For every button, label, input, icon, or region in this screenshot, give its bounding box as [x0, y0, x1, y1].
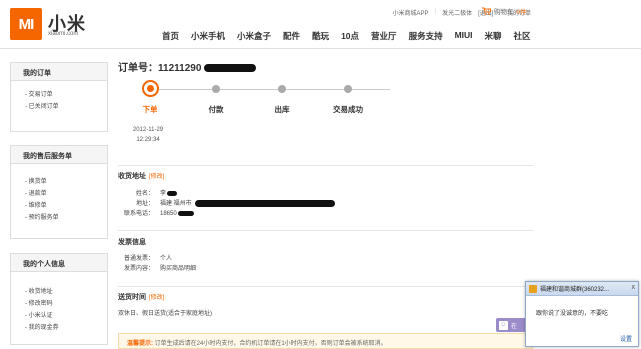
redaction [204, 64, 257, 73]
edit-delivery-link[interactable]: [修改] [149, 295, 164, 301]
invoice-content-row: 发票内容： 购买商品明细 [123, 266, 197, 272]
step-label: 交易成功 [333, 105, 363, 114]
sidebar-orders: 我的订单 - 交易订单 - 已关闭订单 [10, 62, 108, 132]
reminder-tag: 温馨提示: [127, 341, 153, 347]
nav-mi-box[interactable]: 小米盒子 [231, 30, 277, 42]
redaction [167, 190, 178, 196]
popup-header: 福建和谐商城群(360232... [526, 282, 638, 296]
shipping-name-row: 姓名：李 [120, 189, 335, 199]
sidebar-item-trade-orders[interactable]: - 交易订单 [25, 89, 107, 101]
step-placed: 下单 [120, 76, 180, 115]
step-dot [344, 85, 352, 93]
order-number-label: 订单号： [118, 63, 158, 74]
shipping-address-row: 地址： 福建 福州市 [120, 199, 335, 209]
sidebar-personal: 我的个人信息 - 收货地址 - 修改密码 - 小米认证 - 我的现金券 [10, 253, 108, 345]
mi-logo[interactable]: MI [10, 8, 42, 40]
section-divider [118, 165, 533, 166]
chat-notification-popup[interactable]: 福建和谐商城群(360232... x 跟你说了没诚意的，不要吃 设置 [525, 281, 639, 347]
sidebar-item-closed-orders[interactable]: - 已关闭订单 [25, 101, 107, 113]
nav-mi-phone[interactable]: 小米手机 [185, 30, 231, 42]
step-label: 下单 [142, 105, 158, 114]
step-label: 付款 [208, 105, 224, 114]
top-link-user[interactable]: 发光二极体 [442, 8, 472, 17]
invoice-section-title: 发票信息 [118, 239, 146, 246]
delivery-value: 双休日、假日送货(适合于家庭地址) [118, 311, 212, 317]
step-paid: 付款 [186, 76, 246, 115]
step-dot [212, 85, 220, 93]
reminder-text: 订单生成后请在24小时内支付，合约机订单请在1小时内支付，否则订单会被系统取消。 [154, 341, 387, 347]
redaction [194, 199, 335, 207]
order-number: 订单号：11211290 [118, 59, 257, 74]
step-shipped: 出库 [252, 76, 312, 115]
main-nav: 首页 小米手机 小米盒子 配件 酷玩 10点 营业厅 服务支持 MIUI 米聊 … [156, 30, 537, 42]
top-header: MI 小米 xiaomi.com 小米商城APP | 发光二极体 [退出] | … [0, 0, 641, 41]
sidebar-item-coupons[interactable]: - 我的现金券 [25, 322, 107, 334]
brand-domain: xiaomi.com [48, 31, 79, 37]
nav-miui[interactable]: MIUI [449, 30, 479, 42]
group-icon [529, 284, 537, 293]
order-progress: 下单 2012-11-29 12:29:34 付款 出库 交易成功 [118, 76, 418, 151]
popup-message[interactable]: 跟你说了没诚意的，不要吃 [526, 296, 638, 317]
step-dot [278, 85, 286, 93]
invoice-type-row: 普通发票： 个人 [123, 256, 173, 262]
sidebar-item-appointment[interactable]: - 预约服务单 [25, 212, 107, 224]
redaction [177, 210, 194, 216]
header-divider [0, 48, 641, 49]
step-complete: 交易成功 [318, 76, 378, 115]
step-label: 出库 [274, 105, 290, 114]
nav-accessories[interactable]: 配件 [277, 30, 306, 42]
nav-community[interactable]: 社区 [508, 30, 537, 42]
cart-label: 购物车 [494, 9, 514, 16]
order-number-value: 11211290 [158, 63, 202, 74]
sidebar-item-exchange[interactable]: - 换货单 [25, 176, 107, 188]
close-icon[interactable]: x [632, 284, 636, 291]
nav-miliao[interactable]: 米聊 [479, 30, 508, 42]
shipping-details: 姓名：李 地址： 福建 福州市 联系电话： 18650 [120, 189, 335, 219]
sidebar-after-sales: 我的售后服务单 - 换货单 - 退款单 - 维修单 - 预约服务单 [10, 145, 108, 239]
cart-link[interactable]: 购物车 0件 [482, 6, 527, 16]
popup-title: 福建和谐商城群(360232... [540, 287, 610, 293]
sidebar-item-password[interactable]: - 修改密码 [25, 298, 107, 310]
separator: | [434, 8, 437, 14]
nav-service-hall[interactable]: 营业厅 [365, 30, 403, 42]
online-chat-label: 在 [511, 323, 518, 330]
delivery-section-title: 送货时间 [修改] [118, 294, 165, 301]
step-current-icon [141, 80, 159, 97]
sidebar-item-address[interactable]: - 收货地址 [25, 286, 107, 298]
sidebar-personal-title: 我的个人信息 [11, 254, 107, 272]
nav-cool[interactable]: 酷玩 [306, 30, 335, 42]
chat-icon: ☺ [499, 320, 508, 330]
shipping-section-title: 收货地址 [修改] [118, 173, 165, 180]
nav-home[interactable]: 首页 [156, 30, 185, 42]
nav-10-oclock[interactable]: 10点 [335, 30, 365, 42]
step-time: 2012-11-29 12:29:34 [132, 127, 164, 143]
nav-support[interactable]: 服务支持 [403, 30, 449, 42]
section-divider [118, 286, 533, 287]
reminder-notice: 温馨提示: 订单生成后请在24小时内支付，合约机订单请在1小时内支付，否则订单会… [118, 333, 533, 349]
shipping-phone-row: 联系电话： 18650 [120, 209, 335, 219]
edit-address-link[interactable]: [修改] [149, 174, 164, 180]
cart-count: 0件 [516, 9, 527, 16]
sidebar-item-refund[interactable]: - 退款单 [25, 188, 107, 200]
popup-settings-link[interactable]: 设置 [620, 334, 632, 343]
invoice-details: 普通发票： 个人 发票内容： 购买商品明细 [120, 254, 196, 274]
sidebar-orders-title: 我的订单 [11, 63, 107, 81]
sidebar-item-mi-auth[interactable]: - 小米认证 [25, 310, 107, 322]
sidebar-after-sales-title: 我的售后服务单 [11, 146, 107, 164]
sidebar-item-repair[interactable]: - 维修单 [25, 200, 107, 212]
section-divider [118, 230, 533, 231]
cart-icon [482, 7, 491, 15]
top-link-app[interactable]: 小米商城APP [392, 8, 428, 17]
